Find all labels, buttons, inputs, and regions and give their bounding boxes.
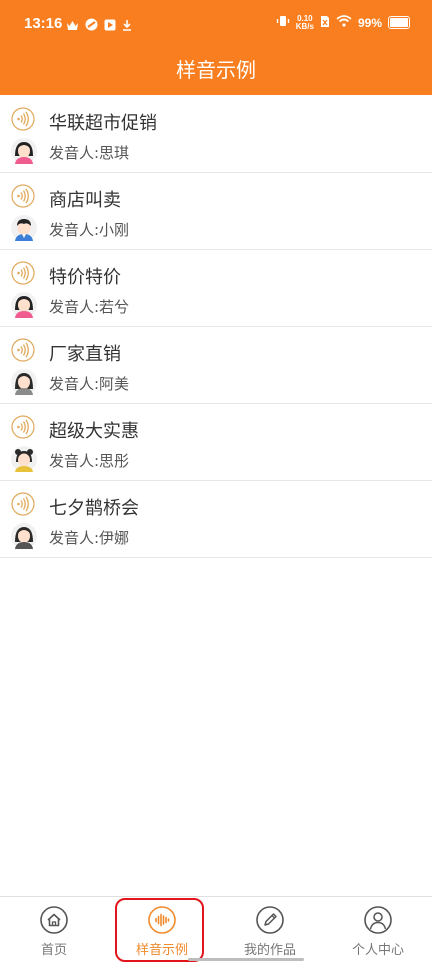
tab-profile[interactable]: 个人中心 [324, 897, 432, 965]
media-icon [104, 16, 116, 35]
selection-highlight [115, 898, 204, 962]
sample-item[interactable]: 华联超市促销 发音人:思琪 [0, 96, 432, 173]
sample-item[interactable]: 商店叫卖 发音人:小刚 [0, 173, 432, 250]
sample-title: 华联超市促销 [49, 113, 157, 134]
status-bar: 13:16 0.10 KB/s 99% [0, 0, 432, 48]
sample-speaker: 发音人:思彤 [49, 452, 130, 470]
battery-percent: 99% [357, 15, 382, 30]
female-avatar-icon [11, 138, 37, 164]
sound-play-icon[interactable] [11, 415, 35, 439]
female-avatar-icon [11, 446, 37, 472]
sample-title: 厂家直销 [49, 344, 121, 365]
sample-title: 七夕鹊桥会 [49, 498, 139, 519]
app-icon [85, 16, 98, 35]
female-avatar-icon [11, 369, 37, 395]
female-avatar-icon [11, 523, 37, 549]
sound-play-icon[interactable] [11, 492, 35, 516]
page-title: 样音示例 [176, 58, 256, 82]
status-time: 13:16 [24, 15, 63, 32]
user-icon [364, 906, 392, 934]
sample-title: 商店叫卖 [49, 190, 121, 211]
tab-home[interactable]: 首页 [0, 897, 108, 965]
sound-play-icon[interactable] [11, 107, 35, 131]
sample-item[interactable]: 七夕鹊桥会 发音人:伊娜 [0, 481, 432, 558]
home-indicator[interactable] [188, 958, 304, 961]
vibrate-icon [276, 14, 290, 31]
battery-icon [388, 16, 410, 29]
sample-speaker: 发音人:若兮 [49, 298, 130, 316]
sample-item[interactable]: 厂家直销 发音人:阿美 [0, 327, 432, 404]
sound-play-icon[interactable] [11, 184, 35, 208]
sample-title: 超级大实惠 [49, 421, 139, 442]
pencil-icon [256, 906, 284, 934]
wifi-icon [336, 15, 352, 30]
sample-title: 特价特价 [49, 267, 121, 288]
home-icon [40, 906, 68, 934]
notification-icons [66, 16, 132, 35]
sample-item[interactable]: 超级大实惠 发音人:思彤 [0, 404, 432, 481]
crown-icon [66, 16, 79, 35]
tab-label: 首页 [40, 943, 67, 958]
sample-speaker: 发音人:阿美 [49, 375, 130, 393]
sound-play-icon[interactable] [11, 338, 35, 362]
sound-play-icon[interactable] [11, 261, 35, 285]
sample-speaker: 发音人:小刚 [49, 221, 130, 239]
net-speed-unit: KB/s [295, 21, 314, 31]
sample-list: 华联超市促销 发音人:思琪 商店叫卖 发音人:小刚 特价特价 发音人:若兮 厂家… [0, 96, 432, 558]
net-speed: 0.10 KB/s [295, 14, 314, 31]
tab-label: 我的作品 [243, 943, 296, 958]
male-avatar-icon [11, 215, 37, 241]
sample-item[interactable]: 特价特价 发音人:若兮 [0, 250, 432, 327]
sample-speaker: 发音人:思琪 [49, 144, 130, 162]
female-avatar-icon [11, 292, 37, 318]
sim-icon [320, 15, 330, 31]
sample-speaker: 发音人:伊娜 [49, 529, 130, 547]
tab-label: 个人中心 [351, 943, 404, 958]
status-right: 0.10 KB/s 99% [276, 14, 410, 31]
tab-my-works[interactable]: 我的作品 [216, 897, 324, 965]
bottom-tab-bar: 首页 样音示例 我的作品 个人中心 [0, 896, 432, 965]
app-header: 样音示例 [0, 48, 432, 95]
download-icon [122, 16, 132, 35]
